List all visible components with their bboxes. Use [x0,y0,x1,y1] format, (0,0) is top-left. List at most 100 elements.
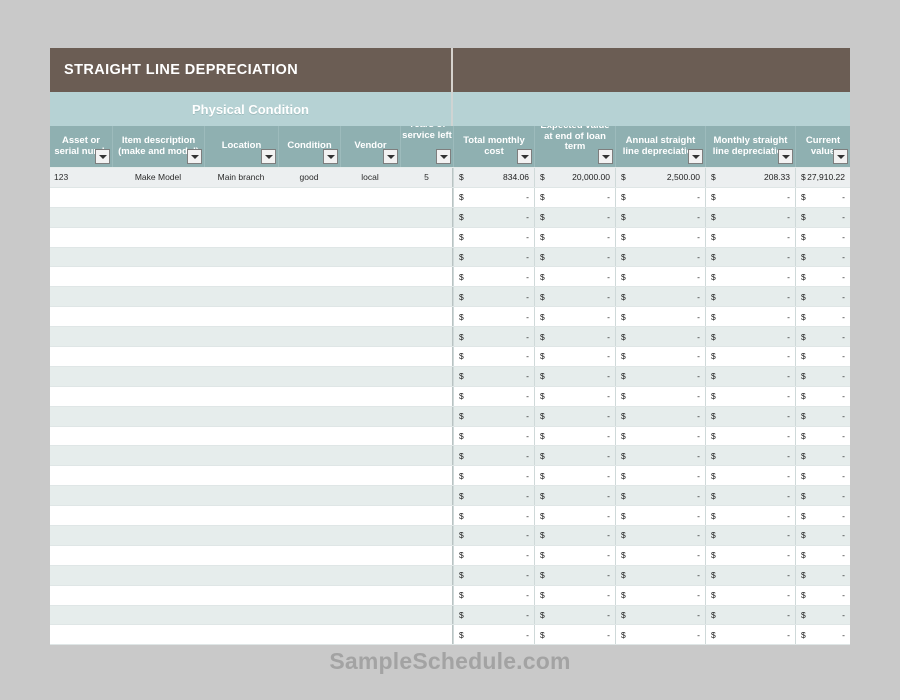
cell-cond[interactable] [278,427,340,446]
cell-asset[interactable] [50,228,112,247]
cell-loc[interactable] [204,327,278,346]
cell-loc[interactable] [204,188,278,207]
cell-vendor[interactable] [340,228,400,247]
cell-item[interactable] [112,367,204,386]
cell-total[interactable]: $ - [453,327,534,347]
cell-asset[interactable] [50,526,112,545]
cell-total[interactable]: $ - [453,207,534,227]
cell-exp[interactable]: $ - [534,506,615,526]
cell-annual[interactable]: $ - [615,406,705,426]
cell-vendor[interactable]: local [340,168,400,187]
table-row[interactable]: $ - $ - $ - $ - $ - [50,207,850,228]
cell-curr[interactable]: $ - [795,386,850,406]
cell-years[interactable] [400,407,453,426]
cell-annual[interactable]: $ - [615,565,705,585]
table-row[interactable]: $ - $ - $ - $ - $ - [50,347,850,367]
cell-month[interactable]: $ - [705,565,795,585]
cell-month[interactable]: $ - [705,446,795,466]
cell-cond[interactable] [278,188,340,207]
cell-curr[interactable]: $ - [795,446,850,466]
cell-exp[interactable]: $ - [534,386,615,406]
cell-curr[interactable]: $ - [795,207,850,227]
table-row[interactable]: $ - $ - $ - $ - $ - [50,287,850,308]
cell-years[interactable] [400,248,453,267]
table-row[interactable]: $ - $ - $ - $ - $ - [50,446,850,467]
cell-annual[interactable]: $2,500.00 [615,168,705,187]
cell-curr[interactable]: $ - [795,347,850,366]
cell-loc[interactable] [204,486,278,505]
cell-total[interactable]: $ - [453,466,534,486]
cell-loc[interactable] [204,566,278,585]
cell-annual[interactable]: $ - [615,287,705,307]
table-row[interactable]: $ - $ - $ - $ - $ - [50,267,850,288]
cell-annual[interactable]: $ - [615,247,705,267]
cell-exp[interactable]: $ - [534,486,615,506]
cell-cond[interactable] [278,526,340,545]
cell-exp[interactable]: $ - [534,526,615,545]
cell-asset[interactable] [50,287,112,306]
cell-exp[interactable]: $ - [534,347,615,366]
cell-item[interactable] [112,307,204,326]
cell-cond[interactable] [278,208,340,227]
cell-exp[interactable]: $ - [534,327,615,347]
filter-dropdown-item-description[interactable] [187,149,202,164]
cell-total[interactable]: $ - [453,486,534,506]
cell-exp[interactable]: $ - [534,545,615,565]
cell-cond[interactable] [278,267,340,286]
cell-years[interactable] [400,606,453,625]
cell-asset[interactable] [50,327,112,346]
cell-vendor[interactable] [340,466,400,485]
cell-total[interactable]: $ - [453,287,534,307]
cell-vendor[interactable] [340,327,400,346]
cell-curr[interactable]: $ - [795,466,850,486]
cell-years[interactable] [400,367,453,386]
cell-asset[interactable] [50,407,112,426]
cell-years[interactable] [400,188,453,207]
cell-loc[interactable] [204,446,278,465]
cell-item[interactable] [112,506,204,525]
cell-asset[interactable] [50,387,112,406]
table-row[interactable]: $ - $ - $ - $ - $ - [50,187,850,208]
filter-dropdown-expected-value[interactable] [598,149,613,164]
cell-item[interactable] [112,446,204,465]
cell-exp[interactable]: $ - [534,625,615,645]
cell-annual[interactable]: $ - [615,545,705,565]
cell-total[interactable]: $ - [453,386,534,406]
cell-month[interactable]: $ - [705,486,795,506]
cell-month[interactable]: $ - [705,426,795,446]
cell-item[interactable] [112,387,204,406]
cell-asset[interactable] [50,446,112,465]
cell-curr[interactable]: $ - [795,585,850,605]
cell-total[interactable]: $ - [453,585,534,605]
filter-dropdown-location[interactable] [261,149,276,164]
cell-cond[interactable] [278,387,340,406]
cell-asset[interactable] [50,208,112,227]
cell-cond[interactable] [278,466,340,485]
cell-annual[interactable]: $ - [615,207,705,227]
cell-total[interactable]: $ - [453,307,534,327]
cell-annual[interactable]: $ - [615,347,705,366]
cell-cond[interactable] [278,327,340,346]
filter-dropdown-annual-depreciation[interactable] [688,149,703,164]
cell-annual[interactable]: $ - [615,267,705,287]
cell-exp[interactable]: $ - [534,207,615,227]
cell-vendor[interactable] [340,267,400,286]
cell-loc[interactable] [204,307,278,326]
cell-total[interactable]: $ - [453,347,534,366]
cell-item[interactable] [112,625,204,644]
cell-cond[interactable] [278,625,340,644]
cell-exp[interactable]: $ - [534,565,615,585]
cell-annual[interactable]: $ - [615,526,705,545]
cell-loc[interactable] [204,248,278,267]
filter-dropdown-monthly-depreciation[interactable] [778,149,793,164]
cell-annual[interactable]: $ - [615,446,705,466]
cell-loc[interactable] [204,387,278,406]
cell-month[interactable]: $ - [705,327,795,347]
cell-curr[interactable]: $ - [795,426,850,446]
cell-exp[interactable]: $ - [534,466,615,486]
cell-exp[interactable]: $ - [534,605,615,625]
cell-cond[interactable] [278,546,340,565]
cell-month[interactable]: $ - [705,267,795,287]
cell-years[interactable] [400,466,453,485]
table-row[interactable]: $ - $ - $ - $ - $ - [50,585,850,606]
